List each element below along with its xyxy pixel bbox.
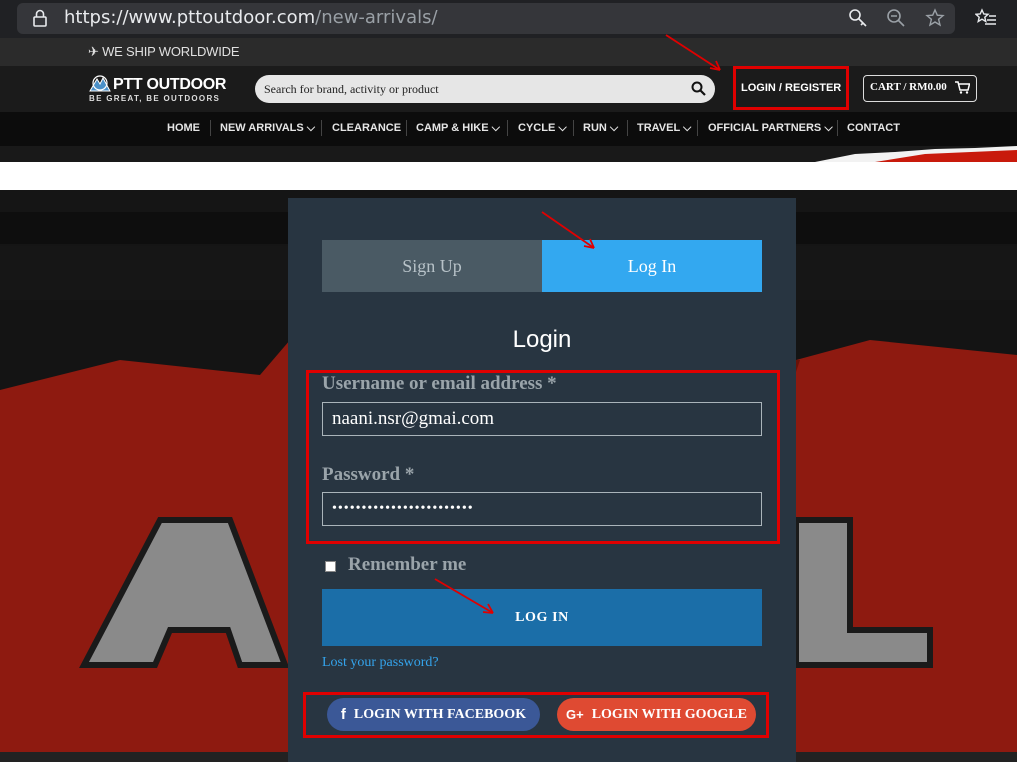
facebook-icon: f (340, 706, 346, 723)
nav-item-official-partners[interactable]: OFFICIAL PARTNERS ⌵ (708, 122, 833, 135)
annotation-arrow (664, 33, 726, 75)
nav-item-new-arrivals[interactable]: NEW ARRIVALS ⌵ (220, 122, 315, 135)
nav-divider (210, 120, 211, 136)
nav-divider (837, 120, 838, 136)
hero-torn-edge (815, 146, 1017, 162)
remember-me-checkbox[interactable] (325, 561, 336, 572)
google-plus-icon: G+ (565, 707, 584, 722)
nav-item-contact[interactable]: CONTACT (847, 122, 900, 134)
lock-icon (33, 9, 47, 27)
screenshot-gap (0, 162, 1017, 190)
login-with-google-button[interactable]: G+ LOGIN WITH GOOGLE (557, 698, 756, 731)
nav-item-run[interactable]: RUN ⌵ (583, 122, 618, 135)
key-icon[interactable] (848, 8, 868, 28)
nav-divider (627, 120, 628, 136)
search-placeholder: Search for brand, activity or product (264, 82, 439, 96)
nav-divider (321, 120, 322, 136)
remember-me-label[interactable]: Remember me (348, 554, 466, 576)
nav-divider (697, 120, 698, 136)
annotation-arrow (540, 210, 598, 254)
username-input[interactable] (322, 402, 762, 436)
favorites-icon[interactable] (975, 8, 997, 28)
nav-item-cycle[interactable]: CYCLE ⌵ (518, 122, 567, 135)
cart-icon (955, 81, 970, 94)
shipping-note: ✈ WE SHIP WORLDWIDE (88, 44, 240, 59)
star-icon[interactable] (925, 8, 945, 28)
search-icon[interactable] (691, 81, 706, 96)
login-with-facebook-button[interactable]: f LOGIN WITH FACEBOOK (327, 698, 540, 731)
login-title: Login (512, 326, 572, 353)
annotation-arrow (433, 577, 497, 617)
nav-divider (507, 120, 508, 136)
nav-divider (573, 120, 574, 136)
nav-item-clearance[interactable]: CLEARANCE (332, 122, 401, 134)
logo[interactable]: PTT OUTDOOR (113, 76, 226, 94)
login-register-link[interactable]: LOGIN / REGISTER (741, 82, 841, 94)
url-text: https://www.pttoutdoor.com/new-arrivals/ (64, 7, 438, 28)
lost-password-link[interactable]: Lost your password? (322, 655, 439, 671)
username-label: Username or email address * (322, 373, 557, 394)
logo-mountain-icon (89, 74, 111, 92)
logo-tagline: BE GREAT, BE OUTDOORS (89, 94, 221, 103)
nav-divider (406, 120, 407, 136)
cart-label: CART / RM0.00 (870, 81, 947, 93)
nav-item-travel[interactable]: TRAVEL ⌵ (637, 122, 691, 135)
nav-item-home[interactable]: HOME (167, 122, 200, 134)
password-input[interactable] (322, 492, 762, 526)
log-in-button[interactable]: LOG IN (322, 589, 762, 646)
password-label: Password * (322, 464, 415, 485)
zoom-out-icon[interactable] (886, 8, 906, 28)
tab-sign-up[interactable]: Sign Up (322, 240, 542, 292)
nav-item-camp-hike[interactable]: CAMP & HIKE ⌵ (416, 122, 500, 135)
